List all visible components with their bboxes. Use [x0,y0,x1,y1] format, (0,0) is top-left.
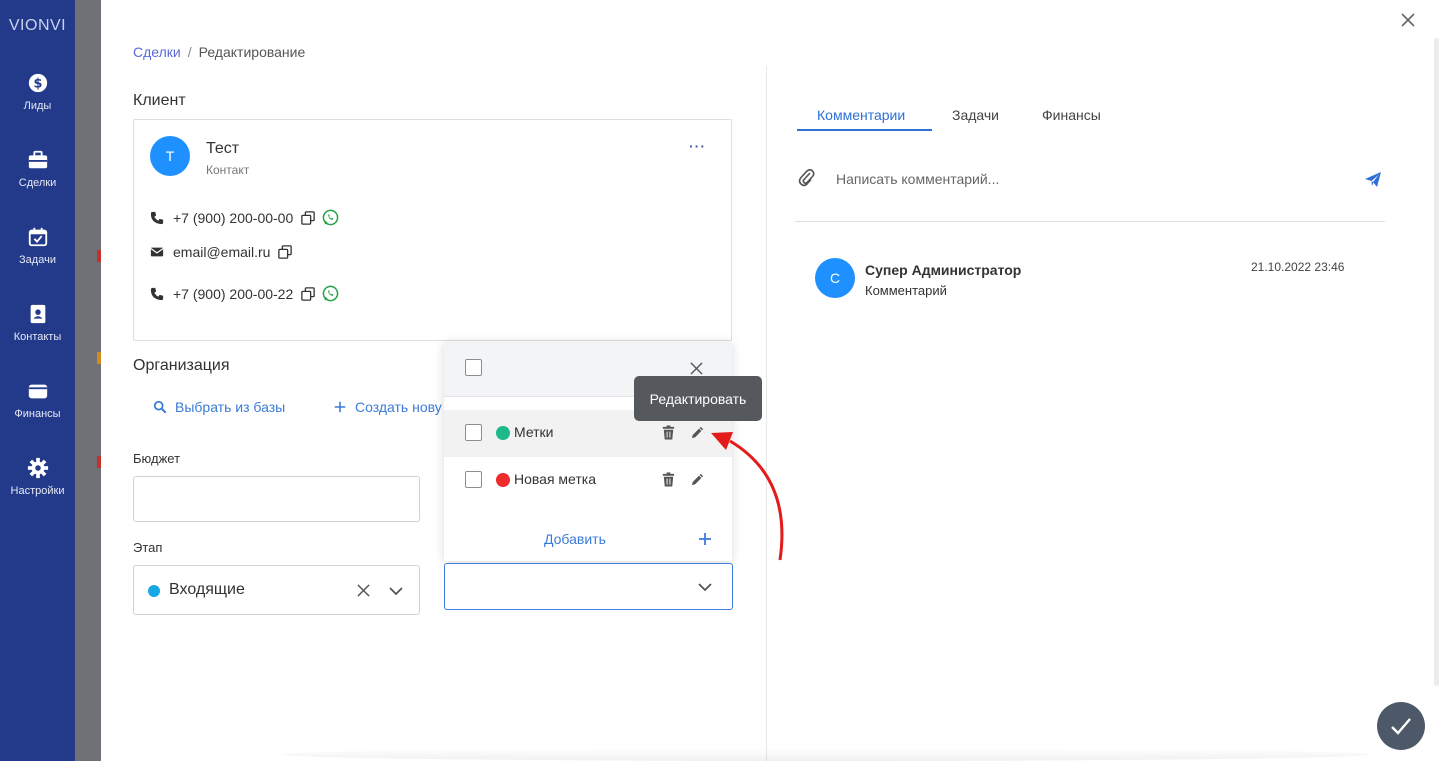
checkmark-icon [1391,718,1411,735]
create-new-label: Создать нову [355,399,442,415]
comment-text: Комментарий [865,283,947,298]
tags-select[interactable] [444,563,733,610]
phone-row: +7 (900) 200-00-00 [150,209,339,226]
background-overlay [75,0,103,761]
sidebar-item-label: Задачи [19,254,56,266]
plus-icon [334,401,346,413]
add-tag-button[interactable]: Добавить [544,531,606,547]
edit-tooltip: Редактировать [634,376,762,421]
clear-icon[interactable] [356,583,371,598]
select-from-db-label: Выбрать из базы [175,399,286,415]
copy-icon[interactable] [278,245,293,259]
pencil-icon[interactable] [690,472,705,487]
phone-icon [150,287,164,300]
sidebar-item-leads[interactable]: $ Лиды [0,72,75,112]
close-icon[interactable] [1398,10,1418,30]
sidebar-item-contacts[interactable]: Контакты [0,303,75,343]
breadcrumb-link-deals[interactable]: Сделки [133,44,181,60]
tab-tasks[interactable]: Задачи [952,107,999,123]
stage-value: Входящие [169,581,245,598]
tag-color-dot [496,473,510,487]
comment-date: 21.10.2022 23:46 [1251,260,1345,274]
sidebar-item-label: Сделки [18,177,57,189]
sidebar-item-label: Лиды [23,100,52,112]
sidebar-item-tasks[interactable]: Задачи [0,226,75,266]
app-sidebar: VIONVI $ Лиды Сделки Задачи Контакты Фин… [0,0,75,761]
chevron-down-icon[interactable] [697,580,713,594]
trash-icon[interactable] [661,472,676,487]
dollar-icon: $ [28,73,47,93]
chevron-down-icon[interactable] [388,584,404,598]
envelope-icon [150,247,164,257]
breadcrumb-separator: / [187,44,192,60]
comment-input[interactable]: Написать комментарий... [836,171,999,187]
phone-row: +7 (900) 200-00-22 [150,285,339,302]
email-row: email@email.ru [150,244,293,260]
tab-comments[interactable]: Комментарии [817,107,905,123]
search-icon [153,400,167,414]
comment-divider [795,221,1385,222]
sidebar-item-deals[interactable]: Сделки [0,149,75,189]
pencil-icon[interactable] [690,425,705,440]
sidebar-item-label: Финансы [14,408,61,420]
breadcrumb-current: Редактирование [198,44,306,60]
copy-icon[interactable] [301,286,316,301]
tab-finance[interactable]: Финансы [1042,107,1101,123]
copy-icon[interactable] [301,210,316,225]
stage-color-dot [148,585,160,597]
breadcrumb: Сделки / Редактирование [133,44,305,60]
stage-label: Этап [133,540,163,555]
edit-deal-modal: Сделки / Редактирование Клиент Т Тест Конт… [101,0,1439,761]
comment-author: Супер Администратор [865,262,1022,278]
gear-icon [27,457,48,479]
active-tab-indicator [797,129,932,131]
tag-item[interactable]: Новая метка [444,457,732,504]
client-name[interactable]: Тест [206,140,239,158]
phone-value[interactable]: +7 (900) 200-00-22 [173,286,293,302]
sidebar-item-settings[interactable]: Настройки [0,457,75,497]
app-logo[interactable]: VIONVI [0,17,75,35]
footer-shadow [281,748,1371,761]
tag-label: Новая метка [514,471,597,487]
client-type: Контакт [206,163,250,177]
tag-label: Метки [514,424,554,440]
whatsapp-icon[interactable] [322,209,339,226]
stage-select[interactable]: Входящие [133,565,420,615]
tag-checkbox[interactable] [465,471,482,488]
organization-section-title: Организация [133,357,230,374]
select-from-db-button[interactable]: Выбрать из базы [153,399,285,415]
whatsapp-icon[interactable] [322,285,339,302]
wallet-icon [28,384,47,399]
paperclip-icon[interactable] [797,167,815,187]
sidebar-item-finance[interactable]: Финансы [0,380,75,420]
select-all-checkbox[interactable] [465,359,482,376]
client-section-title: Клиент [133,92,186,109]
phone-icon [150,211,164,224]
sidebar-item-label: Контакты [13,331,62,343]
plus-icon[interactable] [697,531,713,547]
close-icon[interactable] [690,362,703,375]
tag-color-dot [496,426,510,440]
calendar-check-icon [28,227,47,247]
contact-book-icon [30,304,45,324]
client-avatar: Т [150,136,190,176]
tags-dropdown: Метки Новая метка Добавить [444,341,732,561]
briefcase-icon [28,150,47,169]
comment-avatar: С [815,258,855,298]
svg-text:$: $ [33,77,42,92]
phone-value[interactable]: +7 (900) 200-00-00 [173,210,293,226]
budget-input[interactable] [133,476,420,522]
create-new-button[interactable]: Создать нову [333,399,442,415]
sidebar-item-label: Настройки [10,485,65,497]
budget-label: Бюджет [133,451,181,466]
save-button[interactable] [1377,702,1425,750]
client-card: Т Тест Контакт ··· +7 (900) 200-00-00 em… [133,119,732,341]
client-menu-button[interactable]: ··· [689,138,706,154]
tag-checkbox[interactable] [465,424,482,441]
email-value[interactable]: email@email.ru [173,244,270,260]
pane-divider [766,66,767,761]
send-icon[interactable] [1364,171,1382,188]
trash-icon[interactable] [661,425,676,440]
scrollbar[interactable] [1434,38,1439,686]
